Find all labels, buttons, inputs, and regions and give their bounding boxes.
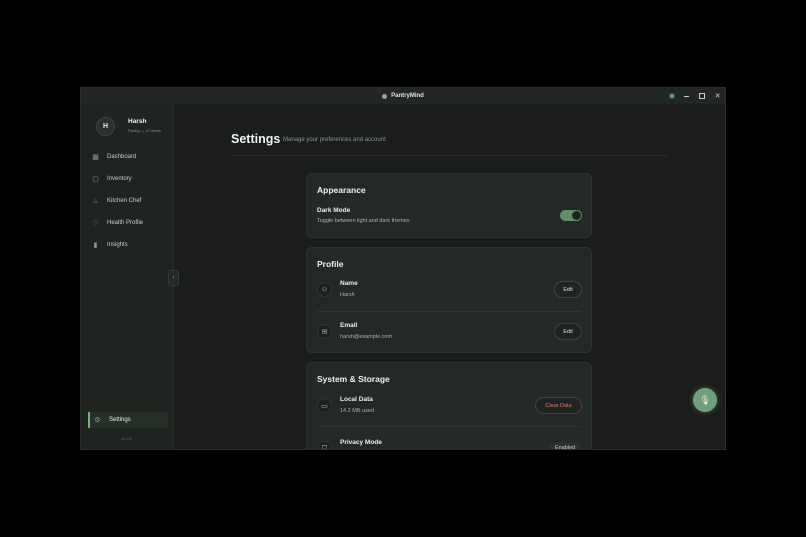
mail-icon: ✉ <box>317 324 332 339</box>
maximize-icon[interactable] <box>699 93 705 99</box>
local-data-title: Local Data <box>340 396 373 403</box>
collapse-sidebar-button[interactable]: ‹ <box>168 270 179 286</box>
status-dot-icon <box>670 94 674 98</box>
chef-hat-icon: ♨ <box>92 197 99 205</box>
profile-title: Profile <box>317 259 344 269</box>
sidebar-item-inventory[interactable]: ▢ Inventory <box>88 171 166 187</box>
bar-chart-icon: ▮ <box>93 241 98 249</box>
email-label: Email <box>340 322 358 329</box>
sidebar-item-settings[interactable]: ⚙ Settings <box>88 412 168 428</box>
dark-mode-description: Toggle between light and dark themes <box>317 218 410 224</box>
sidebar-item-label: Inventory <box>107 176 132 182</box>
page-title: Settings <box>231 132 281 146</box>
clear-data-button[interactable]: Clear Data <box>535 397 582 414</box>
leaf-icon <box>382 93 388 99</box>
privacy-mode-title: Privacy Mode <box>340 439 382 446</box>
sidebar-item-label: Insights <box>107 242 128 248</box>
email-value: harsh@example.com <box>340 334 393 340</box>
system-divider <box>317 426 581 427</box>
title-bar: PantryMind ✕ <box>81 88 725 104</box>
profile-divider <box>317 311 581 312</box>
dark-mode-toggle[interactable] <box>560 210 582 221</box>
profile-card: Profile ☺ Name Harsh Edit ✉ Email harsh@… <box>306 247 592 353</box>
dark-mode-title: Dark Mode <box>317 207 351 214</box>
app-version: v1.0.0 <box>121 436 132 441</box>
sidebar-item-label: Settings <box>109 417 131 423</box>
edit-email-button[interactable]: Edit <box>554 323 582 340</box>
sidebar-item-label: Health Profile <box>107 220 144 226</box>
system-storage-title: System & Storage <box>317 374 390 384</box>
app-window: PantryMind ✕ H Harsh Pantry — 47 items ▦… <box>80 87 726 450</box>
system-storage-card: System & Storage ▭ Local Data 14.2 MB us… <box>306 362 592 449</box>
name-value: Harsh <box>340 292 355 298</box>
edit-name-button[interactable]: Edit <box>554 281 582 298</box>
user-icon: ☺ <box>317 282 332 297</box>
page-subtitle: Manage your preferences and account <box>283 137 386 143</box>
toggle-knob <box>572 211 581 220</box>
sidebar-item-kitchen-chef[interactable]: ♨ Kitchen Chef <box>88 193 166 209</box>
sidebar-item-insights[interactable]: ▮ Insights <box>88 237 166 253</box>
minimize-icon[interactable] <box>683 93 690 100</box>
close-icon[interactable]: ✕ <box>714 93 721 100</box>
sidebar-item-health-profile[interactable]: ♡ Health Profile <box>88 215 166 231</box>
app-title: PantryMind <box>391 93 424 99</box>
box-icon: ▢ <box>92 175 99 183</box>
microphone-icon: 🎙 <box>699 394 711 405</box>
heart-icon: ♡ <box>92 219 99 227</box>
appearance-card: Appearance Dark Mode Toggle between ligh… <box>306 173 592 238</box>
window-controls: ✕ <box>670 88 721 104</box>
sidebar-item-label: Kitchen Chef <box>107 198 142 204</box>
name-label: Name <box>340 280 358 287</box>
sidebar-item-dashboard[interactable]: ▦ Dashboard <box>88 149 166 165</box>
appearance-title: Appearance <box>317 185 366 195</box>
user-meta: Pantry — 47 items <box>128 128 161 133</box>
user-name: Harsh <box>128 118 147 125</box>
title-divider <box>231 155 669 156</box>
grid-icon: ▦ <box>92 153 99 161</box>
shield-icon: ⛉ <box>317 441 332 449</box>
privacy-status-badge: Enabled <box>550 442 581 449</box>
sidebar: H Harsh Pantry — 47 items ▦ Dashboard ▢ … <box>81 104 174 449</box>
avatar[interactable]: H <box>96 117 115 136</box>
local-data-usage: 14.2 MB used <box>340 408 374 414</box>
microphone-button[interactable]: 🎙 <box>693 388 717 412</box>
gear-icon: ⚙ <box>94 416 101 424</box>
sidebar-item-label: Dashboard <box>107 154 137 160</box>
hard-drive-icon: ▭ <box>317 398 332 413</box>
